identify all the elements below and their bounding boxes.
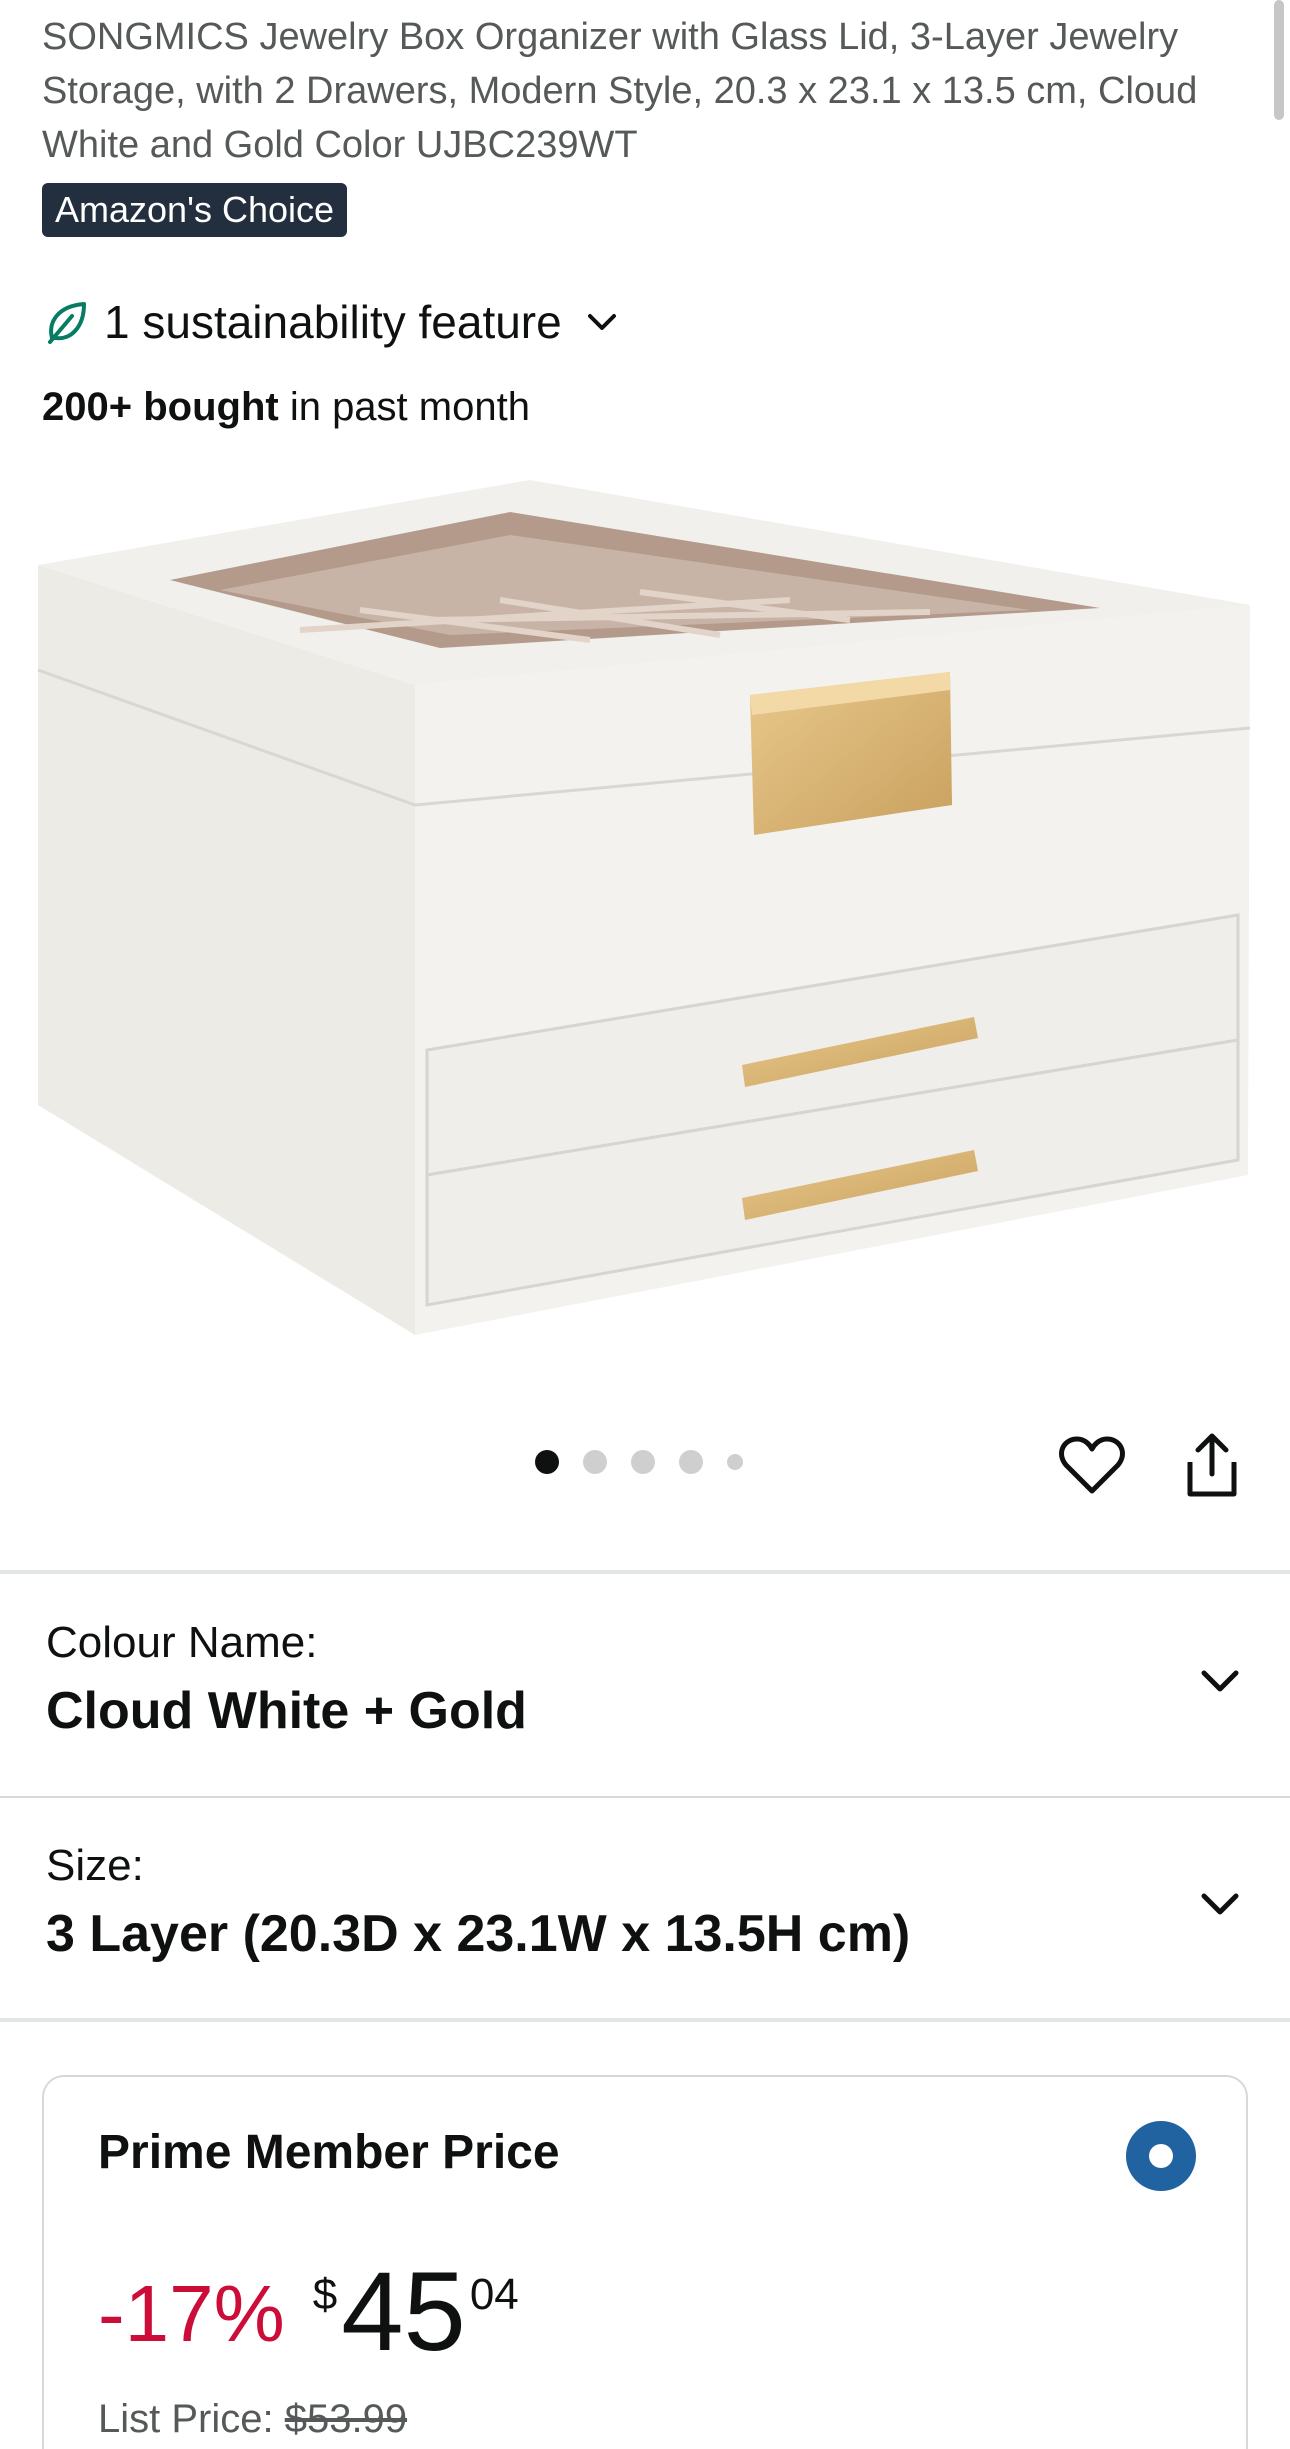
product-title: SONGMICS Jewelry Box Organizer with Glas… — [42, 16, 1198, 166]
sustainability-label: 1 sustainability feature — [104, 296, 562, 348]
share-icon[interactable] — [1178, 1432, 1246, 1500]
carousel-dot[interactable] — [535, 1450, 559, 1474]
carousel-dot[interactable] — [727, 1454, 743, 1470]
carousel-dot[interactable] — [679, 1450, 703, 1474]
price-whole: 45 — [341, 2249, 466, 2374]
colour-value: Cloud White + Gold — [46, 1682, 527, 1740]
section-divider — [0, 2018, 1290, 2022]
size-label: Size: — [46, 1841, 144, 1890]
prime-price-heading: Prime Member Price — [98, 2126, 560, 2179]
price-currency: $ — [312, 2270, 338, 2319]
size-selector[interactable]: Size: 3 Layer (20.3D x 23.1W x 13.5H cm) — [46, 1838, 1246, 1966]
prime-price-radio[interactable] — [1126, 2121, 1196, 2191]
sustainability-feature-toggle[interactable]: 1 sustainability feature — [42, 290, 622, 354]
leaf-icon — [48, 302, 86, 344]
colour-label: Colour Name: — [46, 1618, 318, 1667]
bought-count-rest: in past month — [278, 385, 530, 429]
list-price: List Price: $53.99 — [98, 2397, 407, 2442]
chevron-down-icon[interactable] — [1194, 1655, 1246, 1707]
bought-count-bold: 200+ bought — [42, 385, 279, 429]
carousel-dot[interactable] — [583, 1450, 607, 1474]
chevron-down-icon — [587, 314, 616, 330]
bought-count: 200+ bought in past month — [42, 380, 530, 434]
heart-icon[interactable] — [1058, 1435, 1126, 1497]
prime-price-option[interactable]: Prime Member Price -17% $ 45 04 List Pri… — [42, 2075, 1248, 2449]
section-divider — [0, 1796, 1290, 1798]
price-display: -17% $ 45 04 — [98, 2252, 519, 2372]
colour-selector[interactable]: Colour Name: Cloud White + Gold — [46, 1615, 1246, 1743]
discount-percent: -17% — [98, 2269, 285, 2358]
price-fraction: 04 — [469, 2270, 519, 2319]
page-scrollbar[interactable] — [1274, 0, 1284, 120]
image-carousel-dots[interactable] — [535, 1450, 743, 1474]
amazons-choice-badge[interactable]: Amazon's Choice — [42, 183, 347, 237]
list-price-label: List Price: — [98, 2397, 285, 2441]
list-price-value: $53.99 — [284, 2397, 408, 2441]
product-image[interactable] — [30, 460, 1260, 1360]
carousel-dot[interactable] — [631, 1450, 655, 1474]
size-value: 3 Layer (20.3D x 23.1W x 13.5H cm) — [46, 1905, 911, 1963]
section-divider — [0, 1570, 1290, 1574]
chevron-down-icon[interactable] — [1194, 1878, 1246, 1930]
